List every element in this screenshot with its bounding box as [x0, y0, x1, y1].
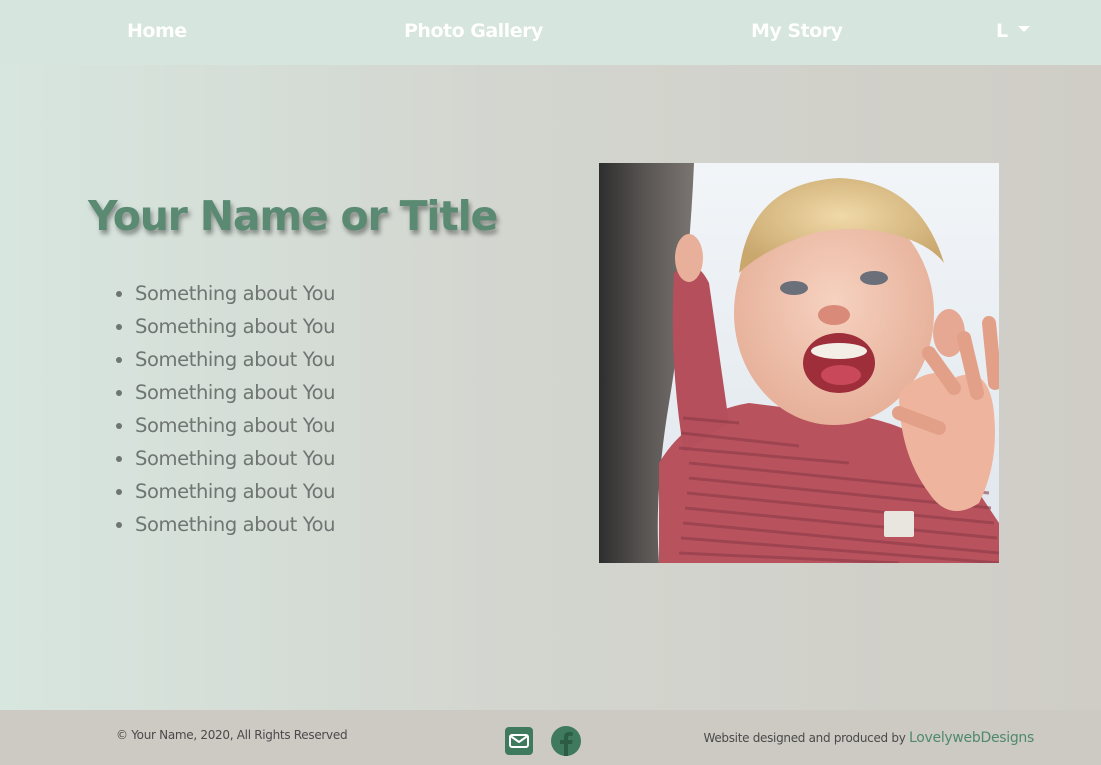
nav-dropdown-toggle[interactable]: L [996, 20, 1031, 42]
list-item: Something about You [135, 376, 336, 409]
list-item: Something about You [135, 475, 336, 508]
list-item: Something about You [135, 310, 336, 343]
list-item: Something about You [135, 277, 336, 310]
nav-dropdown-label: L [996, 20, 1009, 42]
lovelywebdesigns-link[interactable]: LovelywebDesigns [909, 730, 1034, 746]
nav-my-story-link[interactable]: My Story [751, 20, 843, 42]
portrait-photo [599, 163, 999, 563]
nav-home-link[interactable]: Home [127, 20, 187, 42]
page-title: Your Name or Title [88, 192, 498, 240]
navbar: Home Photo Gallery My Story L [0, 0, 1101, 65]
list-item: Something about You [135, 508, 336, 541]
credit-text: Website designed and produced by Lovelyw… [703, 730, 1034, 746]
credit-prefix: Website designed and produced by [703, 731, 906, 745]
copyright-text: © Your Name, 2020, All Rights Reserved [116, 728, 348, 742]
list-item: Something about You [135, 343, 336, 376]
caret-down-icon [1018, 26, 1031, 32]
facebook-icon[interactable] [550, 725, 582, 757]
list-item: Something about You [135, 409, 336, 442]
nav-photo-gallery-link[interactable]: Photo Gallery [404, 20, 543, 42]
about-list: Something about You Something about You … [114, 277, 336, 541]
mail-icon[interactable] [503, 725, 535, 757]
list-item: Something about You [135, 442, 336, 475]
footer: © Your Name, 2020, All Rights Reserved W… [0, 710, 1101, 765]
